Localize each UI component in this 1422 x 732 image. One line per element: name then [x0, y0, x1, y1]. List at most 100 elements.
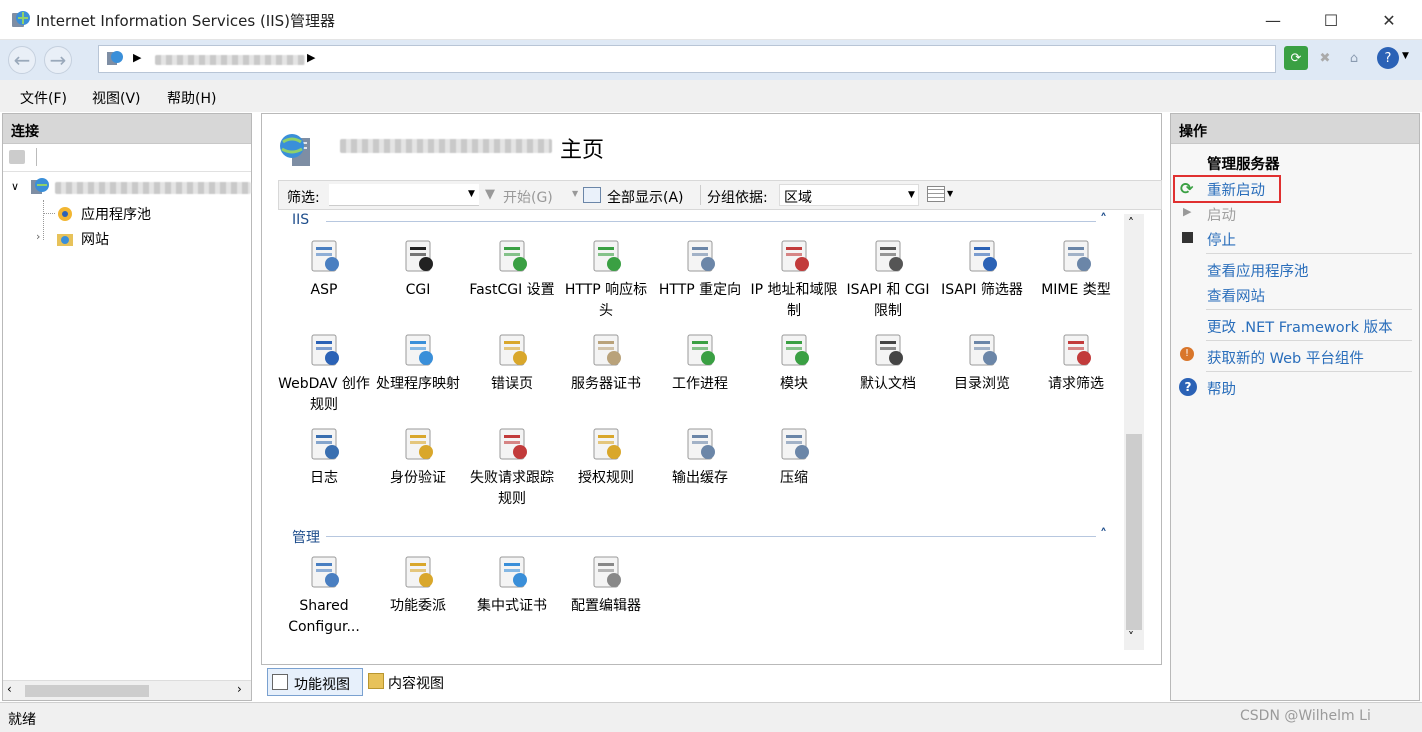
home-icon[interactable]: ⌂	[1342, 46, 1366, 70]
menu-file[interactable]: 文件(F)	[20, 88, 67, 108]
scrollbar-thumb[interactable]	[25, 685, 149, 697]
tree-item-sites[interactable]: 网站	[81, 229, 109, 249]
stop-icon[interactable]: ✖	[1313, 46, 1337, 70]
feature-label: 功能委派	[390, 598, 446, 614]
feature-item[interactable]: CGI	[371, 238, 465, 301]
start-link[interactable]: 启动	[1207, 204, 1236, 225]
help-icon[interactable]: ?	[1377, 47, 1399, 69]
feature-item[interactable]: MIME 类型	[1029, 238, 1123, 301]
change-net-framework-link[interactable]: 更改 .NET Framework 版本	[1207, 316, 1393, 337]
chevron-down-icon[interactable]: ∨	[11, 180, 19, 193]
collapse-management-icon[interactable]: ˄	[1100, 527, 1107, 543]
feature-item[interactable]: HTTP 重定向	[653, 238, 747, 301]
tree-item-app-pools[interactable]: 应用程序池	[81, 204, 151, 224]
forward-arrow-icon[interactable]: →	[44, 46, 72, 74]
view-mode-icon[interactable]	[927, 186, 945, 202]
address-bar[interactable]: ▶ ▶	[98, 45, 1276, 73]
scrollbar-thumb[interactable]	[1126, 434, 1142, 630]
feature-集中式证书-icon	[494, 554, 530, 590]
close-button[interactable]: ✕	[1366, 0, 1412, 40]
toolbar-separator	[36, 148, 37, 166]
chevron-down-icon[interactable]: ▼	[1402, 51, 1409, 61]
help-link[interactable]: 帮助	[1207, 378, 1236, 399]
feature-item[interactable]: 失败请求跟踪规则	[465, 426, 559, 510]
menu-help[interactable]: 帮助(H)	[167, 88, 216, 108]
restart-link[interactable]: 重新启动	[1207, 179, 1265, 200]
feature-item[interactable]: 服务器证书	[559, 332, 653, 395]
scroll-up-icon[interactable]: ˄	[1128, 216, 1134, 230]
feature-item[interactable]: FastCGI 设置	[465, 238, 559, 301]
feature-item[interactable]: 日志	[277, 426, 371, 489]
vertical-scrollbar[interactable]: ˄ ˅	[1124, 214, 1144, 650]
feature-item[interactable]: 集中式证书	[465, 554, 559, 617]
horizontal-scrollbar[interactable]: ‹ ›	[3, 680, 251, 700]
funnel-icon: ▼	[485, 187, 495, 202]
chevron-right-icon[interactable]: ›	[36, 230, 40, 243]
breadcrumb-arrow-icon[interactable]: ▶	[133, 51, 141, 64]
connections-panel: 连接 ∨ 应用程序池 › 网站 ‹ ›	[2, 113, 252, 701]
minimize-button[interactable]: —	[1250, 0, 1296, 40]
feature-item[interactable]: ISAPI 筛选器	[935, 238, 1029, 301]
menu-view[interactable]: 视图(V)	[92, 88, 141, 108]
actions-separator	[1206, 340, 1412, 341]
chevron-down-icon[interactable]: ▼	[468, 189, 475, 199]
feature-item[interactable]: 错误页	[465, 332, 559, 395]
title-bar: Internet Information Services (IIS)管理器 —…	[0, 0, 1422, 40]
feature-item[interactable]: 配置编辑器	[559, 554, 653, 617]
start-filter-button[interactable]: 开始(G)	[503, 187, 553, 207]
breadcrumb-server-name-redacted[interactable]	[155, 55, 305, 65]
stop-icon	[1182, 232, 1193, 243]
help-icon: ?	[1179, 378, 1197, 396]
feature-item[interactable]: 默认文档	[841, 332, 935, 395]
connect-icon[interactable]	[9, 150, 25, 164]
filter-input[interactable]	[329, 184, 479, 206]
collapse-iis-icon[interactable]: ˄	[1100, 212, 1107, 228]
chevron-down-icon[interactable]: ▼	[908, 190, 915, 200]
feature-label: FastCGI 设置	[469, 282, 555, 298]
maximize-button[interactable]: ☐	[1308, 0, 1354, 40]
view-app-pools-link[interactable]: 查看应用程序池	[1207, 260, 1309, 281]
scroll-right-icon[interactable]: ›	[237, 682, 242, 696]
back-arrow-icon[interactable]: ←	[8, 46, 36, 74]
show-all-button[interactable]: 全部显示(A)	[607, 187, 684, 207]
feature-label: 错误页	[491, 376, 533, 392]
feature-item[interactable]: WebDAV 创作规则	[277, 332, 371, 416]
chevron-down-icon[interactable]: ▼	[572, 189, 578, 198]
feature-item[interactable]: 处理程序映射	[371, 332, 465, 395]
group-by-value: 区域	[784, 190, 812, 206]
stop-link[interactable]: 停止	[1207, 229, 1236, 250]
feature-item[interactable]: ISAPI 和 CGI 限制	[841, 238, 935, 322]
feature-失败请求跟踪规则-icon	[494, 426, 530, 462]
feature-item[interactable]: Shared Configur...	[277, 554, 371, 638]
feature-label: 失败请求跟踪规则	[470, 470, 554, 507]
feature-item[interactable]: 授权规则	[559, 426, 653, 489]
feature-item[interactable]: 工作进程	[653, 332, 747, 395]
feature-label: HTTP 响应标头	[564, 282, 648, 319]
feature-item[interactable]: 输出缓存	[653, 426, 747, 489]
tree-server-name-redacted[interactable]	[55, 182, 251, 194]
feature-item[interactable]: 功能委派	[371, 554, 465, 617]
feature-item[interactable]: 模块	[747, 332, 841, 395]
app-pool-icon	[58, 207, 72, 221]
feature-item[interactable]: 目录浏览	[935, 332, 1029, 395]
group-by-select[interactable]: 区域 ▼	[779, 184, 919, 206]
web-platform-icon: !	[1180, 347, 1194, 361]
scroll-left-icon[interactable]: ‹	[7, 682, 12, 696]
breadcrumb-arrow-icon[interactable]: ▶	[307, 51, 315, 64]
tab-content-view[interactable]: 内容视图	[366, 668, 462, 696]
feature-item[interactable]: 压缩	[747, 426, 841, 489]
feature-item[interactable]: 身份验证	[371, 426, 465, 489]
chevron-down-icon[interactable]: ▼	[947, 189, 953, 198]
page-title: 主页	[560, 138, 605, 163]
view-sites-link[interactable]: 查看网站	[1207, 285, 1265, 306]
feature-webdav-创作规则-icon	[306, 332, 342, 368]
get-web-platform-link[interactable]: 获取新的 Web 平台组件	[1207, 347, 1364, 368]
scroll-down-icon[interactable]: ˅	[1128, 630, 1134, 644]
tab-features-view[interactable]: 功能视图	[267, 668, 363, 696]
feature-item[interactable]: IP 地址和域限制	[747, 238, 841, 322]
group-divider	[326, 221, 1096, 222]
feature-item[interactable]: HTTP 响应标头	[559, 238, 653, 322]
refresh-icon[interactable]: ⟳	[1284, 46, 1308, 70]
feature-item[interactable]: ASP	[277, 238, 371, 301]
feature-item[interactable]: 请求筛选	[1029, 332, 1123, 395]
